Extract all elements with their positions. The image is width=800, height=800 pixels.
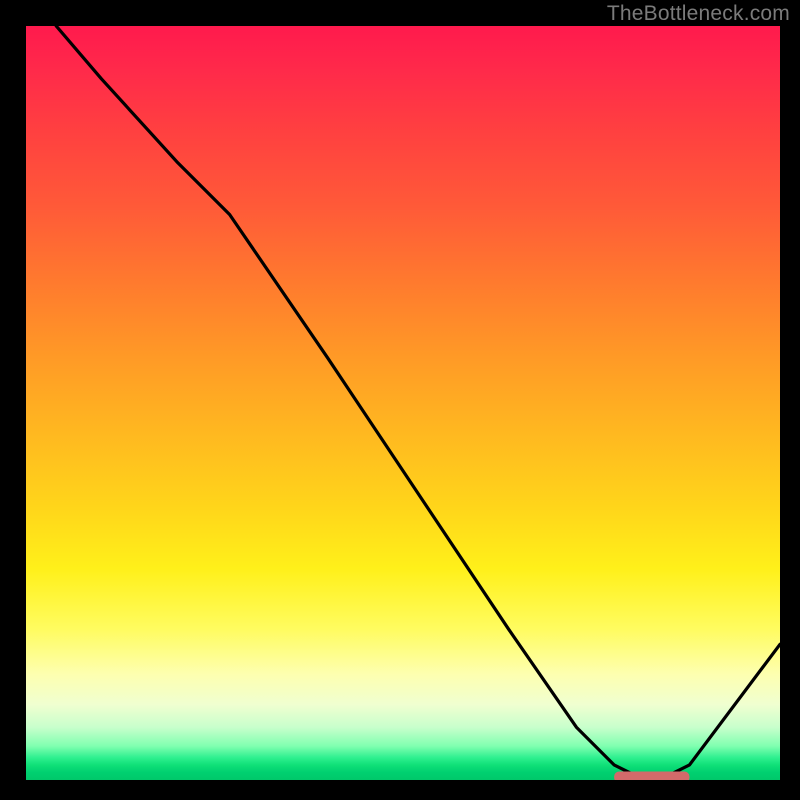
optimal-marker (614, 772, 689, 781)
chart-frame: TheBottleneck.com (0, 0, 800, 800)
plot-area (26, 26, 780, 780)
watermark-text: TheBottleneck.com (607, 2, 790, 26)
curve-line (56, 26, 780, 776)
chart-overlay (26, 26, 780, 780)
